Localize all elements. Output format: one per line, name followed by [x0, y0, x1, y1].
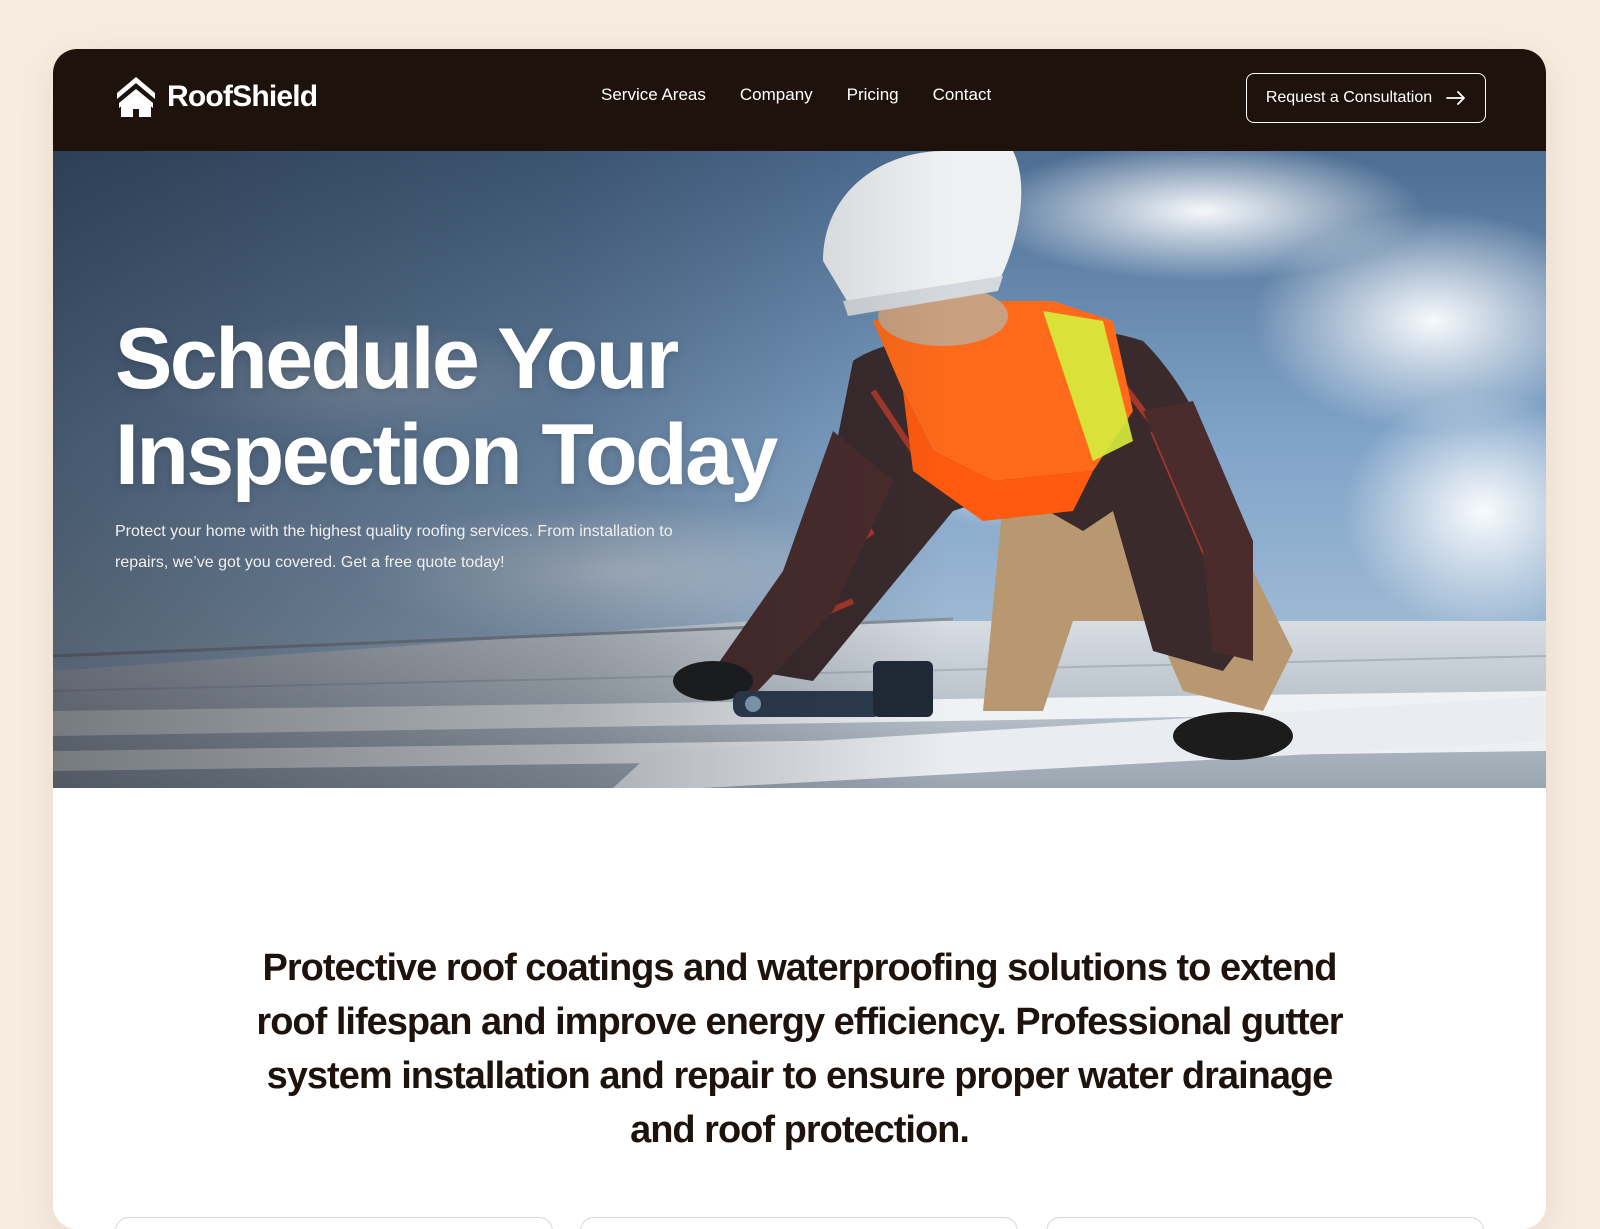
browser-frame: RoofShield Service Areas Company Pricing…: [53, 49, 1546, 1229]
services-intro-section: Protective roof coatings and waterproofi…: [53, 788, 1546, 1229]
service-card[interactable]: [115, 1217, 553, 1229]
nav-link-company[interactable]: Company: [740, 85, 813, 105]
nav-link-pricing[interactable]: Pricing: [847, 85, 899, 105]
brand-logo[interactable]: RoofShield: [115, 75, 318, 119]
hero-title: Schedule Your Inspection Today: [115, 311, 778, 503]
request-consultation-label: Request a Consultation: [1265, 89, 1433, 106]
request-consultation-button[interactable]: Request a Consultation: [1246, 73, 1486, 123]
hero-section: Schedule Your Inspection Today Protect y…: [53, 151, 1546, 788]
hero-subtitle: Protect your home with the highest quali…: [115, 523, 673, 571]
arrow-right-icon: [1446, 91, 1466, 105]
service-card[interactable]: [580, 1217, 1018, 1229]
house-shield-logo-icon: [117, 77, 155, 117]
nav-link-service-areas[interactable]: Service Areas: [601, 85, 706, 105]
main-nav: Service Areas Company Pricing Contact: [601, 85, 991, 105]
nav-link-contact[interactable]: Contact: [933, 85, 992, 105]
services-statement: Protective roof coatings and waterproofi…: [256, 947, 1343, 1151]
brand-name: RoofShield: [167, 80, 318, 113]
navbar: RoofShield Service Areas Company Pricing…: [53, 49, 1546, 151]
service-card[interactable]: [1046, 1217, 1484, 1229]
